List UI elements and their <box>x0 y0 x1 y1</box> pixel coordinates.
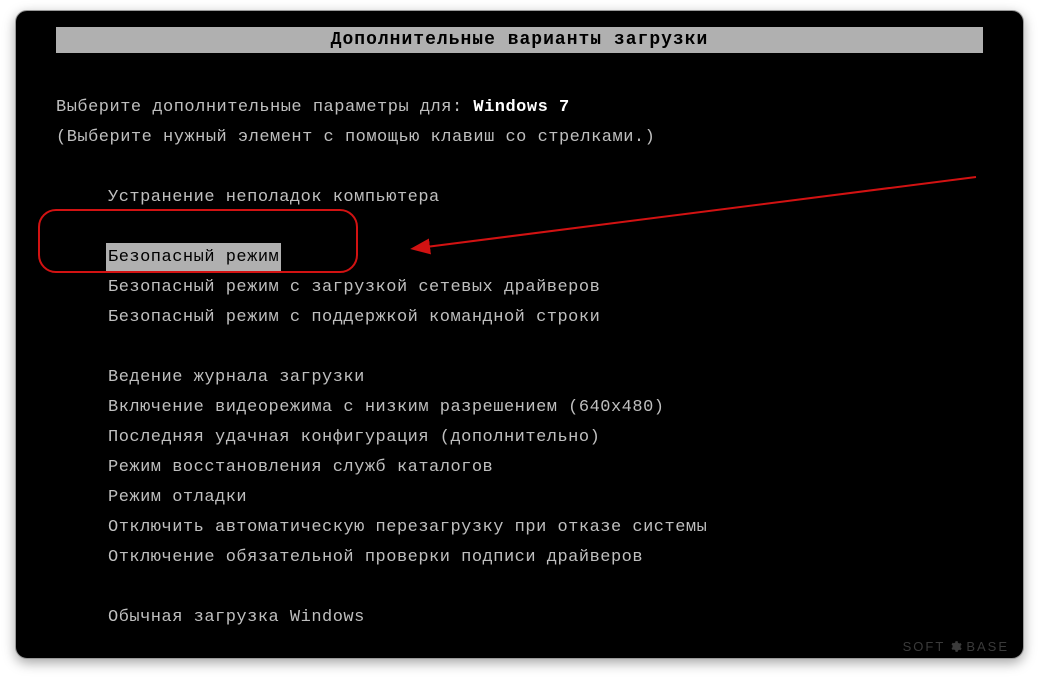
menu-item-normal-boot[interactable]: Обычная загрузка Windows <box>56 603 983 633</box>
menu-item-label: Последняя удачная конфигурация (дополнит… <box>106 423 602 453</box>
menu-item-safe-mode[interactable]: Безопасный режим <box>56 243 983 273</box>
menu-item-label: Безопасный режим <box>106 243 281 273</box>
spacer <box>56 333 983 363</box>
menu-item-safe-mode-networking[interactable]: Безопасный режим с загрузкой сетевых дра… <box>56 273 983 303</box>
menu-item-safe-mode-cmd[interactable]: Безопасный режим с поддержкой командной … <box>56 303 983 333</box>
menu-item-label: Устранение неполадок компьютера <box>106 183 442 213</box>
menu-item-low-res-video[interactable]: Включение видеорежима с низким разрешени… <box>56 393 983 423</box>
watermark: SOFT BASE <box>903 639 1009 654</box>
spacer <box>56 573 983 603</box>
gear-icon <box>949 640 962 653</box>
menu-item-disable-driver-sig[interactable]: Отключение обязательной проверки подписи… <box>56 543 983 573</box>
menu-item-label: Отключить автоматическую перезагрузку пр… <box>106 513 709 543</box>
title-text: Дополнительные варианты загрузки <box>331 30 709 50</box>
content-area: Выберите дополнительные параметры для: W… <box>56 93 983 633</box>
menu-item-label: Режим отладки <box>106 483 249 513</box>
menu-item-label: Безопасный режим с поддержкой командной … <box>106 303 602 333</box>
spacer <box>56 153 983 183</box>
spacer <box>56 213 983 243</box>
prompt-line: Выберите дополнительные параметры для: W… <box>56 93 983 123</box>
menu-item-disable-auto-restart[interactable]: Отключить автоматическую перезагрузку пр… <box>56 513 983 543</box>
menu-item-label: Безопасный режим с загрузкой сетевых дра… <box>106 273 602 303</box>
menu-item-debug-mode[interactable]: Режим отладки <box>56 483 983 513</box>
menu-item-repair[interactable]: Устранение неполадок компьютера <box>56 183 983 213</box>
menu-item-boot-logging[interactable]: Ведение журнала загрузки <box>56 363 983 393</box>
menu-item-last-known-good[interactable]: Последняя удачная конфигурация (дополнит… <box>56 423 983 453</box>
menu-item-directory-services-restore[interactable]: Режим восстановления служб каталогов <box>56 453 983 483</box>
prompt-prefix: Выберите дополнительные параметры для: <box>56 98 473 117</box>
menu-item-label: Обычная загрузка Windows <box>106 603 367 633</box>
hint-line: (Выберите нужный элемент с помощью клави… <box>56 123 983 153</box>
os-name: Windows 7 <box>473 98 569 117</box>
watermark-left: SOFT <box>903 639 946 654</box>
menu-item-label: Режим восстановления служб каталогов <box>106 453 495 483</box>
menu-item-label: Включение видеорежима с низким разрешени… <box>106 393 667 423</box>
menu-item-label: Ведение журнала загрузки <box>106 363 367 393</box>
menu-item-label: Отключение обязательной проверки подписи… <box>106 543 645 573</box>
title-bar: Дополнительные варианты загрузки <box>56 27 983 53</box>
boot-menu-screen: Дополнительные варианты загрузки Выберит… <box>15 10 1024 659</box>
watermark-right: BASE <box>966 639 1009 654</box>
